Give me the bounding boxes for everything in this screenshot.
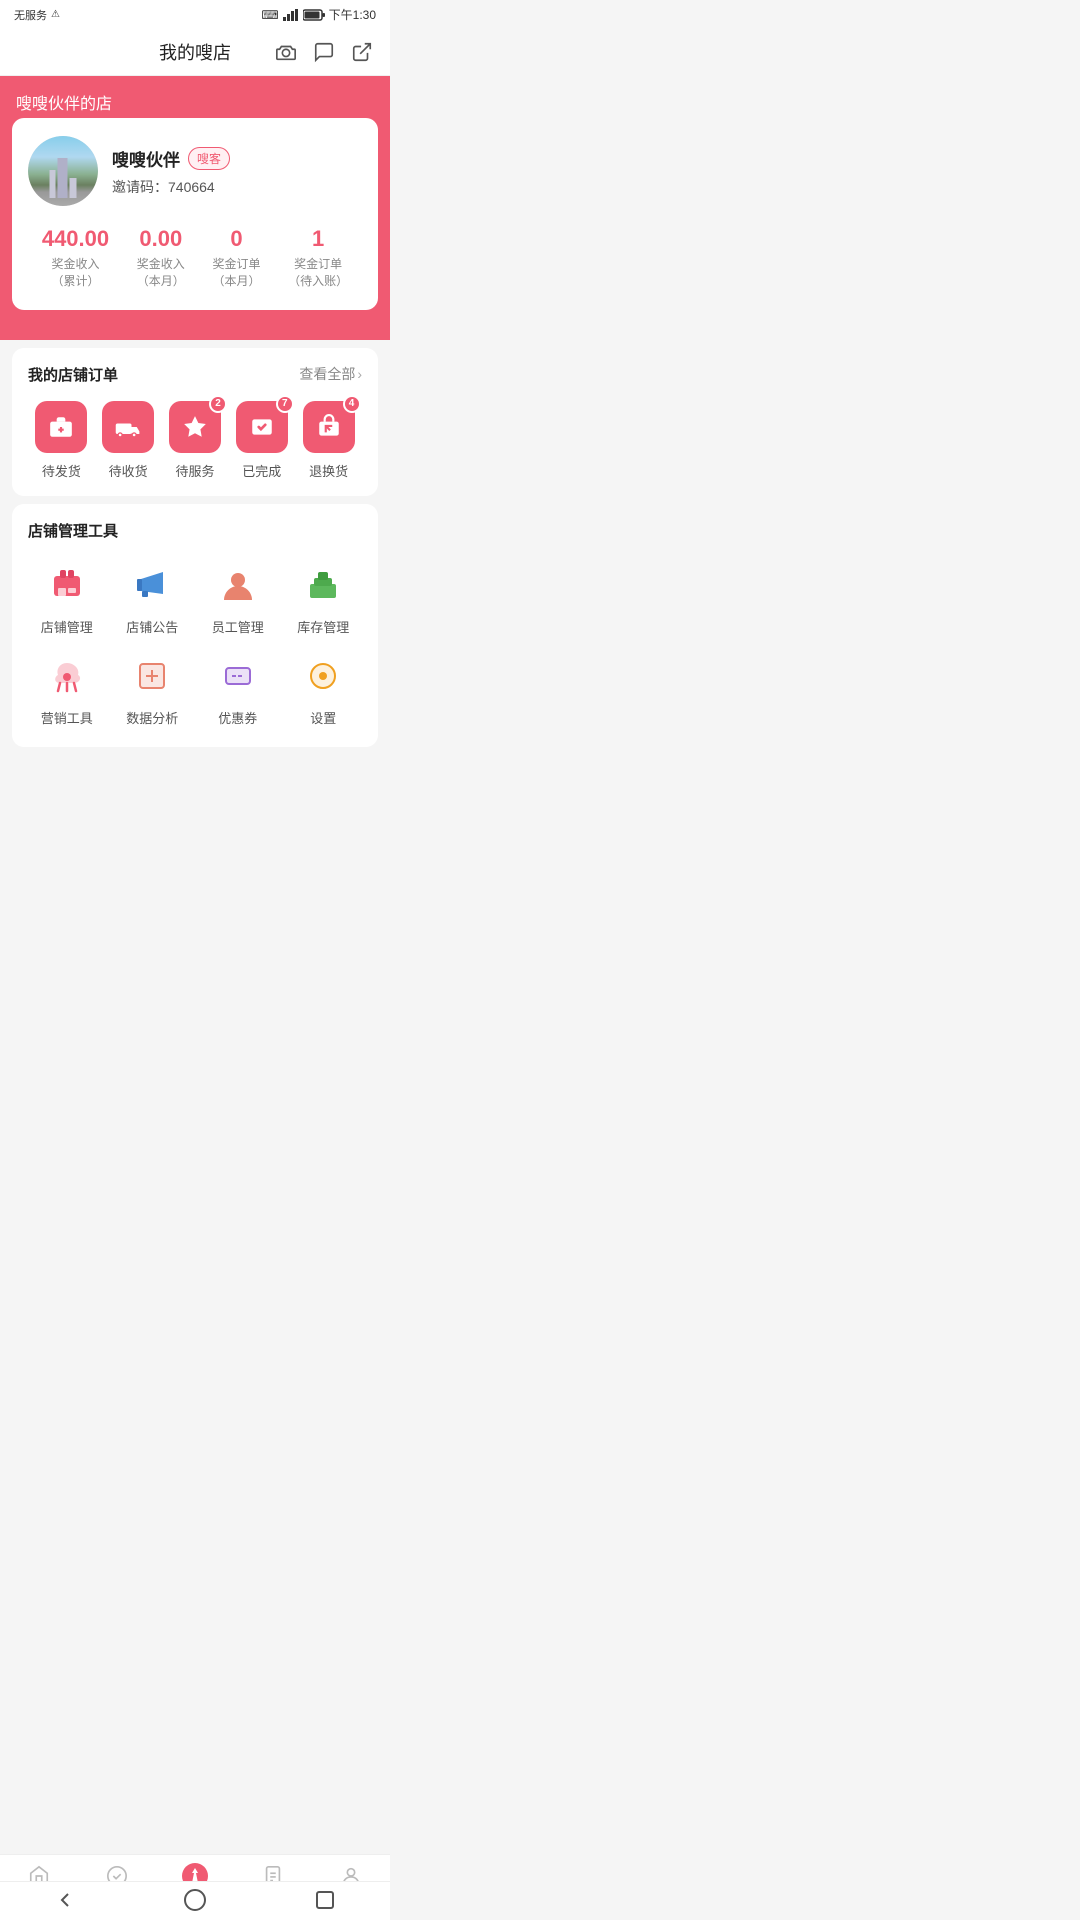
- tool-item-7[interactable]: 设置: [285, 652, 363, 727]
- tool-label-4: 营销工具: [41, 708, 93, 727]
- share-icon[interactable]: [350, 40, 374, 64]
- stat-label-0: 奖金收入 （累计）: [42, 256, 109, 290]
- invite-label: 邀请码：: [112, 179, 168, 195]
- scroll-content: 嗖嗖伙伴的店 嗖嗖伙伴: [0, 76, 390, 825]
- profile-name-row: 嗖嗖伙伴 嗖客: [112, 146, 230, 171]
- tool-label-3: 库存管理: [297, 617, 349, 636]
- stats-row: 440.00 奖金收入 （累计） 0.00 奖金收入 （本月） 0: [28, 226, 362, 290]
- stat-item-3[interactable]: 1 奖金订单 （待入账）: [288, 226, 348, 290]
- page-title: 我的嗖店: [159, 39, 231, 65]
- orders-title: 我的店铺订单: [28, 364, 118, 385]
- view-all-button[interactable]: 查看全部 ›: [299, 364, 362, 384]
- tool-item-1[interactable]: 店铺公告: [114, 561, 192, 636]
- order-item-3[interactable]: 7 已完成: [236, 401, 288, 480]
- tool-icon-7: [299, 652, 347, 700]
- order-item-0[interactable]: 待发货: [35, 401, 87, 480]
- order-label-2: 待服务: [175, 461, 214, 480]
- order-badge-2: 2: [209, 395, 227, 413]
- time: 下午1:30: [329, 6, 376, 23]
- profile-top: 嗖嗖伙伴 嗖客 邀请码：740664: [28, 136, 362, 206]
- tool-label-7: 设置: [310, 708, 336, 727]
- stat-label-1: 奖金收入 （本月）: [137, 256, 185, 290]
- tool-label-5: 数据分析: [126, 708, 178, 727]
- status-no-service: 无服务: [14, 7, 47, 23]
- status-right: ⌨ 下午1:30: [261, 6, 376, 23]
- tool-icon-3: [299, 561, 347, 609]
- camera-icon[interactable]: [274, 40, 298, 64]
- signal-icon: [283, 9, 299, 21]
- tool-icon-2: [214, 561, 262, 609]
- battery-icon: [303, 9, 325, 21]
- order-label-3: 已完成: [242, 461, 281, 480]
- tools-section: 店铺管理工具 店铺管理: [12, 504, 378, 747]
- tool-icon-1: [128, 561, 176, 609]
- tool-item-6[interactable]: 优惠券: [199, 652, 277, 727]
- order-icon-wrap-3: 7: [236, 401, 288, 453]
- order-icon-wrap-1: [102, 401, 154, 453]
- tool-label-1: 店铺公告: [126, 617, 178, 636]
- warning-icon: ⚠: [51, 9, 60, 20]
- tools-title: 店铺管理工具: [28, 520, 118, 541]
- stat-label-3: 奖金订单 （待入账）: [288, 256, 348, 290]
- tools-header: 店铺管理工具: [28, 520, 362, 541]
- tool-item-4[interactable]: 营销工具: [28, 652, 106, 727]
- profile-badge: 嗖客: [188, 147, 230, 170]
- profile-card: 嗖嗖伙伴 嗖客 邀请码：740664 440.00 奖金收入 （累计）: [12, 118, 378, 310]
- order-item-4[interactable]: 4 退换货: [303, 401, 355, 480]
- stat-value-0: 440.00: [42, 226, 109, 252]
- tool-icon-0: [43, 561, 91, 609]
- tool-item-3[interactable]: 库存管理: [285, 561, 363, 636]
- recents-button[interactable]: [313, 1888, 337, 1912]
- tool-icon-4: [43, 652, 91, 700]
- order-item-1[interactable]: 待收货: [102, 401, 154, 480]
- profile-info: 嗖嗖伙伴 嗖客 邀请码：740664: [112, 146, 230, 197]
- order-badge-4: 4: [343, 395, 361, 413]
- tool-item-5[interactable]: 数据分析: [114, 652, 192, 727]
- back-button[interactable]: [53, 1888, 77, 1912]
- order-label-4: 退换货: [309, 461, 348, 480]
- profile-invite: 邀请码：740664: [112, 177, 230, 197]
- order-icon-wrap-4: 4: [303, 401, 355, 453]
- order-icons-row: 待发货 待收货 2: [28, 401, 362, 480]
- status-left: 无服务 ⚠: [14, 7, 60, 23]
- order-icon-wrap-0: [35, 401, 87, 453]
- chevron-right-icon: ›: [357, 366, 362, 382]
- tool-icon-6: [214, 652, 262, 700]
- stat-item-0[interactable]: 440.00 奖金收入 （累计）: [42, 226, 109, 290]
- orders-section: 我的店铺订单 查看全部 › 待发货: [12, 348, 378, 496]
- stat-value-3: 1: [288, 226, 348, 252]
- bluetooth-icon: ⌨: [261, 8, 278, 22]
- stat-item-1[interactable]: 0.00 奖金收入 （本月）: [137, 226, 185, 290]
- tool-label-2: 员工管理: [212, 617, 264, 636]
- order-label-0: 待发货: [42, 461, 81, 480]
- stat-value-2: 0: [212, 226, 260, 252]
- tool-item-2[interactable]: 员工管理: [199, 561, 277, 636]
- orders-header: 我的店铺订单 查看全部 ›: [28, 364, 362, 385]
- status-bar: 无服务 ⚠ ⌨ 下午1:30: [0, 0, 390, 29]
- nav-icons: [274, 40, 374, 64]
- profile-name: 嗖嗖伙伴: [112, 146, 180, 171]
- stat-value-1: 0.00: [137, 226, 185, 252]
- message-icon[interactable]: [312, 40, 336, 64]
- phone-nav-bar: [0, 1881, 390, 1920]
- home-button[interactable]: [183, 1888, 207, 1912]
- tool-label-6: 优惠券: [218, 708, 257, 727]
- order-icon-wrap-2: 2: [169, 401, 221, 453]
- order-label-1: 待收货: [109, 461, 148, 480]
- tool-label-0: 店铺管理: [41, 617, 93, 636]
- order-item-2[interactable]: 2 待服务: [169, 401, 221, 480]
- avatar: [28, 136, 98, 206]
- tools-grid: 店铺管理 店铺公告: [28, 557, 362, 731]
- stat-label-2: 奖金订单 （本月）: [212, 256, 260, 290]
- banner-title: 嗖嗖伙伴的店: [16, 96, 112, 113]
- tool-item-0[interactable]: 店铺管理: [28, 561, 106, 636]
- invite-code: 740664: [168, 179, 215, 195]
- tool-icon-5: [128, 652, 176, 700]
- stat-item-2[interactable]: 0 奖金订单 （本月）: [212, 226, 260, 290]
- top-nav: 我的嗖店: [0, 29, 390, 76]
- order-badge-3: 7: [276, 395, 294, 413]
